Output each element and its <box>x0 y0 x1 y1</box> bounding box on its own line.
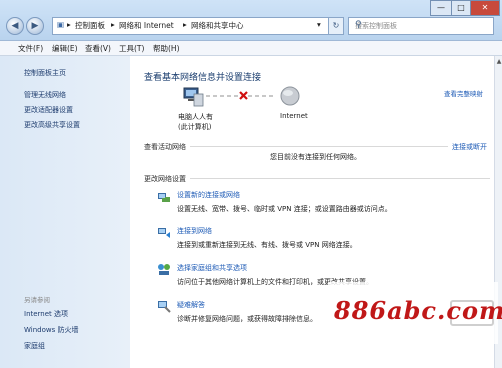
minimize-button[interactable]: — <box>430 0 452 16</box>
search-icon: ⚲ <box>355 20 362 30</box>
see-also-firewall[interactable]: Windows 防火墙 <box>24 325 78 335</box>
change-settings-heading: 更改网络设置 <box>144 175 186 183</box>
back-button[interactable]: ◀ <box>6 17 24 35</box>
internet-label: Internet <box>280 112 308 120</box>
menu-view[interactable]: 查看(V) <box>85 43 111 54</box>
task-homegroup-link[interactable]: 选择家庭组和共享选项 <box>177 263 247 273</box>
task-troubleshoot-desc: 诊断并修复网络问题，或获得故障排除信息。 <box>177 315 317 323</box>
task-troubleshoot-link[interactable]: 疑难解答 <box>177 300 205 310</box>
search-input[interactable]: 搜索控制面板 ⚲ <box>348 17 494 35</box>
task-new-connection-link[interactable]: 设置新的连接或网络 <box>177 190 240 200</box>
active-network-status: 您目前没有连接到任何网络。 <box>270 153 361 161</box>
divider <box>190 178 490 179</box>
computer-icon <box>183 87 204 107</box>
see-also-homegroup[interactable]: 家庭组 <box>24 341 45 351</box>
breadcrumb-separator-icon: ▸ <box>67 20 71 29</box>
network-map <box>183 86 300 107</box>
see-also-internet-options[interactable]: Internet 选项 <box>24 309 68 319</box>
connect-disconnect-link[interactable]: 连接或断开 <box>452 142 487 152</box>
menu-tools[interactable]: 工具(T) <box>119 43 144 54</box>
sidebar-item-adapter-settings[interactable]: 更改适配器设置 <box>24 105 73 115</box>
breadcrumb-control-panel[interactable]: 控制面板 <box>75 20 105 31</box>
sidebar-item-advanced-sharing[interactable]: 更改高级共享设置 <box>24 120 80 130</box>
task-connect-network-link[interactable]: 连接到网络 <box>177 226 212 236</box>
full-map-link[interactable]: 查看完整映射 <box>444 88 483 98</box>
scroll-up-icon[interactable]: ▲ <box>495 58 502 65</box>
sidebar-item-manage-wireless[interactable]: 管理无线网络 <box>24 90 66 100</box>
breadcrumb-network-internet[interactable]: 网络和 Internet <box>119 20 174 31</box>
active-networks-heading: 查看活动网络 <box>144 143 186 151</box>
connect-network-icon <box>158 228 170 238</box>
menu-bar: 文件(F) 编辑(E) 查看(V) 工具(T) 帮助(H) <box>0 41 502 56</box>
task-connect-network-desc: 连接到或重新连接到无线、有线、拨号或 VPN 网络连接。 <box>177 241 357 249</box>
computer-sublabel: (此计算机) <box>178 123 212 131</box>
sidebar-home-link[interactable]: 控制面板主页 <box>24 68 66 78</box>
maximize-button[interactable]: □ <box>451 0 471 16</box>
new-connection-icon <box>158 193 170 202</box>
dropdown-arrow-icon[interactable]: ▾ <box>317 20 321 29</box>
see-also-heading: 另请参阅 <box>24 296 50 304</box>
forward-button[interactable]: ▶ <box>26 17 44 35</box>
close-button[interactable]: ✕ <box>470 0 500 16</box>
breadcrumb-sharing-center[interactable]: 网络和共享中心 <box>191 20 244 31</box>
sidebar: 控制面板主页 管理无线网络 更改适配器设置 更改高级共享设置 另请参阅 Inte… <box>0 56 130 368</box>
watermark-text: 886abc.com <box>334 296 502 325</box>
breadcrumb-separator-icon: ▸ <box>111 20 115 29</box>
page-title: 查看基本网络信息并设置连接 <box>144 73 262 83</box>
menu-help[interactable]: 帮助(H) <box>153 43 180 54</box>
task-new-connection-desc: 设置无线、宽带、拨号、临时或 VPN 连接；或设置路由器或访问点。 <box>177 205 392 213</box>
computer-label: 电脑人人有 <box>178 113 213 121</box>
divider <box>190 146 448 147</box>
globe-icon <box>280 86 300 106</box>
address-icon: ▣ <box>57 20 65 29</box>
breadcrumb-separator-icon: ▸ <box>183 20 187 29</box>
refresh-button[interactable]: ↻ <box>328 17 344 35</box>
menu-edit[interactable]: 编辑(E) <box>52 43 78 54</box>
troubleshoot-icon <box>158 301 171 313</box>
address-bar[interactable]: ▣ ▸ 控制面板 ▸ 网络和 Internet ▸ 网络和共享中心 ▾ <box>52 17 340 35</box>
menu-file[interactable]: 文件(F) <box>18 43 43 54</box>
homegroup-icon <box>158 264 170 275</box>
